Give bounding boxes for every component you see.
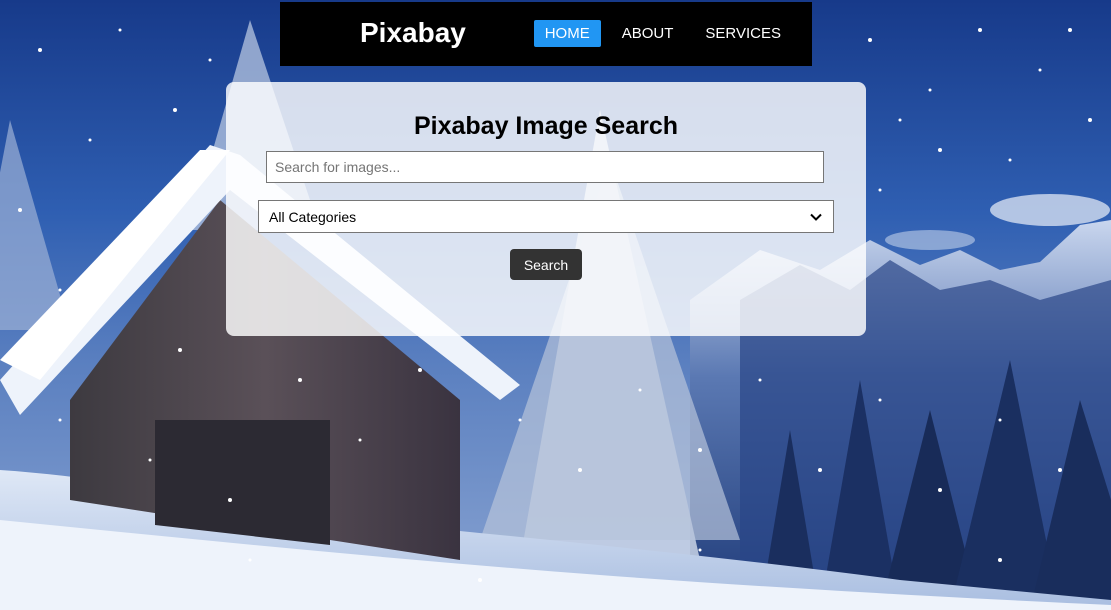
search-button[interactable]: Search: [510, 249, 582, 280]
search-input[interactable]: [266, 151, 824, 183]
category-select-value: All Categories: [269, 208, 357, 225]
nav-link-home[interactable]: HOME: [533, 20, 601, 47]
page-background: Pixabay HOME ABOUT SERVICES Pixabay Imag…: [0, 0, 1111, 610]
category-select[interactable]: All Categories: [258, 200, 834, 233]
nav-links: HOME ABOUT SERVICES: [533, 20, 792, 47]
brand-logo[interactable]: Pixabay: [360, 16, 466, 50]
nav-link-about[interactable]: ABOUT: [611, 20, 685, 47]
chevron-down-icon: [810, 213, 822, 221]
nav-link-services[interactable]: SERVICES: [694, 20, 792, 47]
search-panel: Pixabay Image Search All Categories Sear…: [226, 82, 866, 336]
panel-title: Pixabay Image Search: [413, 112, 679, 140]
top-navbar: Pixabay HOME ABOUT SERVICES: [280, 2, 812, 66]
